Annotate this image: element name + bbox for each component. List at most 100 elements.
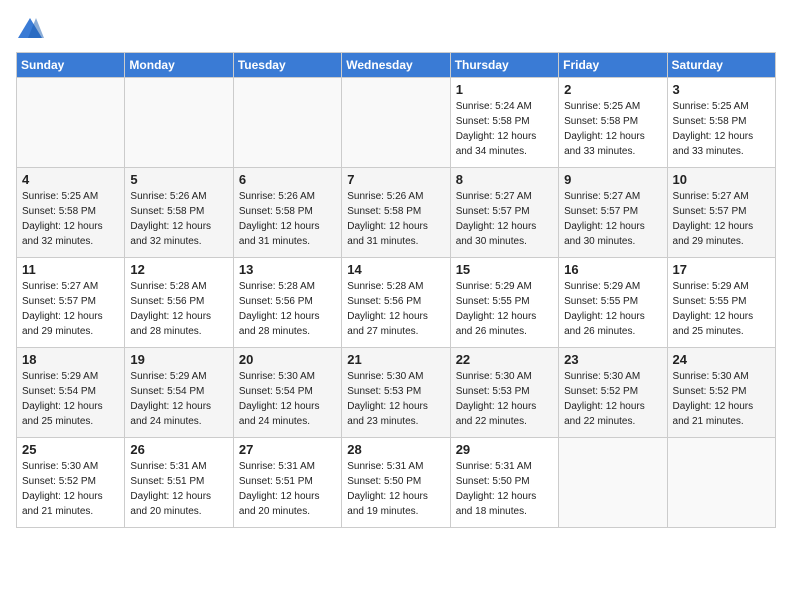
calendar-cell (667, 438, 775, 528)
weekday-header: Monday (125, 53, 233, 78)
day-number: 4 (22, 172, 119, 187)
calendar-cell: 9Sunrise: 5:27 AM Sunset: 5:57 PM Daylig… (559, 168, 667, 258)
day-number: 15 (456, 262, 553, 277)
calendar-cell: 26 Sunrise: 5:31 AM Sunset: 5:51 PM Dayli… (125, 438, 233, 528)
day-info: Sunrise: 5:31 AM Sunset: 5:51 PM Dayligh… (239, 459, 336, 519)
logo-icon (16, 16, 44, 44)
calendar-cell: 12Sunrise: 5:28 AM Sunset: 5:56 PM Dayli… (125, 258, 233, 348)
day-number: 22 (456, 352, 553, 367)
day-number: 24 (673, 352, 770, 367)
day-info: Sunrise: 5:30 AM Sunset: 5:53 PM Dayligh… (347, 369, 444, 429)
day-number: 2 (564, 82, 661, 97)
day-number: 17 (673, 262, 770, 277)
day-number: 8 (456, 172, 553, 187)
day-number: 6 (239, 172, 336, 187)
day-info: Sunrise: 5:26 AM Sunset: 5:58 PM Dayligh… (347, 189, 444, 249)
calendar-cell: 3 Sunrise: 5:25 AM Sunset: 5:58 PM Daylig… (667, 78, 775, 168)
calendar-cell: 29Sunrise: 5:31 AM Sunset: 5:50 PM Dayli… (450, 438, 558, 528)
calendar-cell: 6 Sunrise: 5:26 AM Sunset: 5:58 PM Daylig… (233, 168, 341, 258)
day-info: Sunrise: 5:30 AM Sunset: 5:52 PM Dayligh… (22, 459, 119, 519)
calendar-cell: 27 Sunrise: 5:31 AM Sunset: 5:51 PM Dayli… (233, 438, 341, 528)
day-number: 19 (130, 352, 227, 367)
day-number: 10 (673, 172, 770, 187)
day-info: Sunrise: 5:30 AM Sunset: 5:54 PM Dayligh… (239, 369, 336, 429)
day-number: 27 (239, 442, 336, 457)
day-number: 13 (239, 262, 336, 277)
calendar-cell (342, 78, 450, 168)
day-info: Sunrise: 5:26 AM Sunset: 5:58 PM Dayligh… (130, 189, 227, 249)
day-number: 1 (456, 82, 553, 97)
calendar-table: SundayMondayTuesdayWednesdayThursdayFrid… (16, 52, 776, 528)
calendar-cell (125, 78, 233, 168)
day-info: Sunrise: 5:30 AM Sunset: 5:53 PM Dayligh… (456, 369, 553, 429)
day-info: Sunrise: 5:29 AM Sunset: 5:55 PM Dayligh… (456, 279, 553, 339)
day-number: 12 (130, 262, 227, 277)
day-number: 16 (564, 262, 661, 277)
day-info: Sunrise: 5:29 AM Sunset: 5:54 PM Dayligh… (130, 369, 227, 429)
day-number: 28 (347, 442, 444, 457)
day-info: Sunrise: 5:31 AM Sunset: 5:50 PM Dayligh… (347, 459, 444, 519)
day-info: Sunrise: 5:31 AM Sunset: 5:50 PM Dayligh… (456, 459, 553, 519)
calendar-cell: 22 Sunrise: 5:30 AM Sunset: 5:53 PM Dayli… (450, 348, 558, 438)
day-number: 21 (347, 352, 444, 367)
day-number: 5 (130, 172, 227, 187)
calendar-cell: 8Sunrise: 5:27 AM Sunset: 5:57 PM Daylig… (450, 168, 558, 258)
day-info: Sunrise: 5:27 AM Sunset: 5:57 PM Dayligh… (673, 189, 770, 249)
calendar-cell (233, 78, 341, 168)
day-info: Sunrise: 5:30 AM Sunset: 5:52 PM Dayligh… (564, 369, 661, 429)
calendar-week: 25 Sunrise: 5:30 AM Sunset: 5:52 PM Dayli… (17, 438, 776, 528)
weekday-header: Friday (559, 53, 667, 78)
weekday-header: Saturday (667, 53, 775, 78)
calendar-cell: 17 Sunrise: 5:29 AM Sunset: 5:55 PM Dayli… (667, 258, 775, 348)
page-header (16, 16, 776, 44)
calendar-cell: 5 Sunrise: 5:26 AM Sunset: 5:58 PM Daylig… (125, 168, 233, 258)
calendar-cell: 11 Sunrise: 5:27 AM Sunset: 5:57 PM Dayli… (17, 258, 125, 348)
calendar-cell: 10 Sunrise: 5:27 AM Sunset: 5:57 PM Dayli… (667, 168, 775, 258)
calendar-cell (17, 78, 125, 168)
day-number: 23 (564, 352, 661, 367)
day-number: 11 (22, 262, 119, 277)
calendar-cell: 19 Sunrise: 5:29 AM Sunset: 5:54 PM Dayli… (125, 348, 233, 438)
calendar-cell: 15 Sunrise: 5:29 AM Sunset: 5:55 PM Dayli… (450, 258, 558, 348)
calendar-week: 18 Sunrise: 5:29 AM Sunset: 5:54 PM Dayli… (17, 348, 776, 438)
day-info: Sunrise: 5:31 AM Sunset: 5:51 PM Dayligh… (130, 459, 227, 519)
day-info: Sunrise: 5:26 AM Sunset: 5:58 PM Dayligh… (239, 189, 336, 249)
day-info: Sunrise: 5:27 AM Sunset: 5:57 PM Dayligh… (564, 189, 661, 249)
day-number: 14 (347, 262, 444, 277)
day-info: Sunrise: 5:25 AM Sunset: 5:58 PM Dayligh… (673, 99, 770, 159)
calendar-cell: 21 Sunrise: 5:30 AM Sunset: 5:53 PM Dayli… (342, 348, 450, 438)
day-number: 3 (673, 82, 770, 97)
calendar-week: 4 Sunrise: 5:25 AM Sunset: 5:58 PM Daylig… (17, 168, 776, 258)
weekday-header: Tuesday (233, 53, 341, 78)
calendar-cell: 16 Sunrise: 5:29 AM Sunset: 5:55 PM Dayli… (559, 258, 667, 348)
calendar-cell: 18 Sunrise: 5:29 AM Sunset: 5:54 PM Dayli… (17, 348, 125, 438)
logo (16, 16, 48, 44)
day-info: Sunrise: 5:29 AM Sunset: 5:55 PM Dayligh… (673, 279, 770, 339)
day-number: 26 (130, 442, 227, 457)
calendar-cell: 25 Sunrise: 5:30 AM Sunset: 5:52 PM Dayli… (17, 438, 125, 528)
weekday-header: Wednesday (342, 53, 450, 78)
calendar-cell: 24 Sunrise: 5:30 AM Sunset: 5:52 PM Dayli… (667, 348, 775, 438)
day-info: Sunrise: 5:29 AM Sunset: 5:55 PM Dayligh… (564, 279, 661, 339)
calendar-cell: 4 Sunrise: 5:25 AM Sunset: 5:58 PM Daylig… (17, 168, 125, 258)
day-info: Sunrise: 5:28 AM Sunset: 5:56 PM Dayligh… (239, 279, 336, 339)
weekday-header: Thursday (450, 53, 558, 78)
day-number: 20 (239, 352, 336, 367)
day-info: Sunrise: 5:29 AM Sunset: 5:54 PM Dayligh… (22, 369, 119, 429)
calendar-cell (559, 438, 667, 528)
calendar-cell: 7Sunrise: 5:26 AM Sunset: 5:58 PM Daylig… (342, 168, 450, 258)
day-info: Sunrise: 5:25 AM Sunset: 5:58 PM Dayligh… (564, 99, 661, 159)
day-info: Sunrise: 5:28 AM Sunset: 5:56 PM Dayligh… (347, 279, 444, 339)
day-info: Sunrise: 5:24 AM Sunset: 5:58 PM Dayligh… (456, 99, 553, 159)
day-number: 25 (22, 442, 119, 457)
day-info: Sunrise: 5:25 AM Sunset: 5:58 PM Dayligh… (22, 189, 119, 249)
calendar-cell: 2 Sunrise: 5:25 AM Sunset: 5:58 PM Daylig… (559, 78, 667, 168)
day-number: 18 (22, 352, 119, 367)
calendar-cell: 20 Sunrise: 5:30 AM Sunset: 5:54 PM Dayli… (233, 348, 341, 438)
calendar-cell: 23 Sunrise: 5:30 AM Sunset: 5:52 PM Dayli… (559, 348, 667, 438)
day-info: Sunrise: 5:27 AM Sunset: 5:57 PM Dayligh… (22, 279, 119, 339)
weekday-header: Sunday (17, 53, 125, 78)
calendar-header: SundayMondayTuesdayWednesdayThursdayFrid… (17, 53, 776, 78)
calendar-week: 11 Sunrise: 5:27 AM Sunset: 5:57 PM Dayli… (17, 258, 776, 348)
day-info: Sunrise: 5:30 AM Sunset: 5:52 PM Dayligh… (673, 369, 770, 429)
